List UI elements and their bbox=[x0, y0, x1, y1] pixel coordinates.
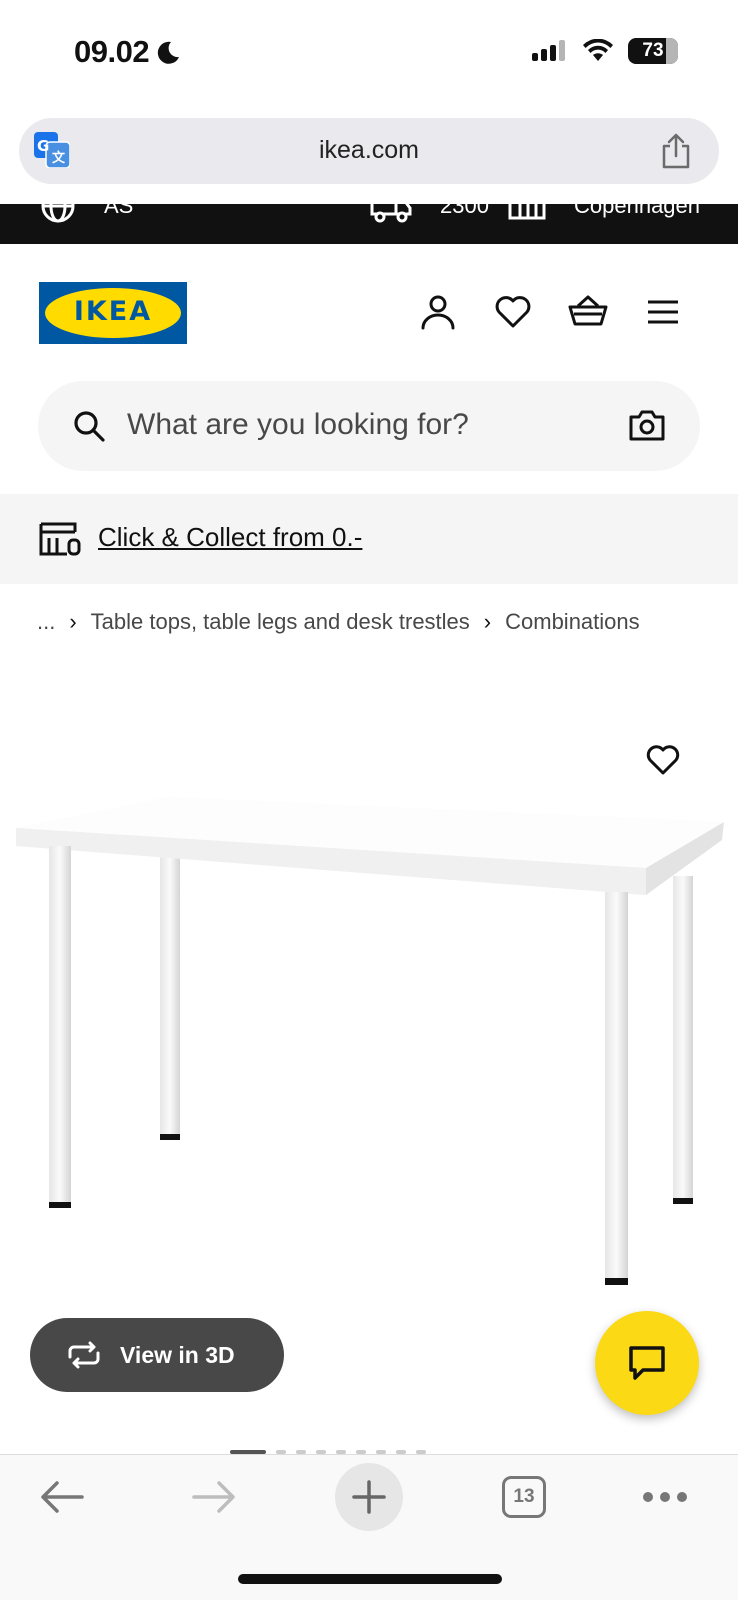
chevron-right-icon: › bbox=[483, 609, 492, 634]
top-banner: AS 2300 Copenhagen bbox=[0, 204, 738, 244]
store-icon bbox=[508, 204, 546, 220]
home-indicator bbox=[238, 1574, 502, 1584]
battery-level: 73 bbox=[642, 40, 664, 61]
logo-text: IKEA bbox=[73, 296, 153, 327]
product-image[interactable] bbox=[0, 780, 738, 1320]
url-text: ikea.com bbox=[318, 136, 420, 164]
forward-icon bbox=[192, 1481, 235, 1513]
click-collect-banner: Click & Collect from 0.- bbox=[0, 494, 738, 584]
click-collect-link[interactable]: Click & Collect from 0.- bbox=[98, 522, 362, 553]
new-tab-icon bbox=[352, 1480, 386, 1514]
favourite-icon[interactable] bbox=[645, 742, 681, 776]
more-button[interactable] bbox=[642, 1455, 688, 1539]
chat-icon bbox=[629, 1346, 665, 1380]
globe-icon bbox=[41, 204, 75, 223]
view-in-3d-label: View in 3D bbox=[120, 1341, 235, 1368]
breadcrumb-item[interactable]: Table tops, table legs and desk trestles bbox=[91, 609, 470, 635]
back-icon bbox=[41, 1481, 84, 1513]
tabs-button[interactable]: 13 bbox=[500, 1455, 548, 1539]
search-icon bbox=[74, 411, 105, 442]
banner-store-text: Copenhagen bbox=[574, 204, 701, 218]
wishlist-icon[interactable] bbox=[493, 292, 533, 332]
banner-language-text: AS bbox=[104, 204, 134, 218]
store-icon bbox=[39, 522, 81, 556]
signal-icon bbox=[532, 40, 565, 61]
chevron-right-icon: › bbox=[69, 609, 77, 634]
breadcrumb: ... › Table tops, table legs and desk tr… bbox=[37, 609, 640, 635]
status-time: 09.02 bbox=[74, 34, 181, 70]
new-tab-button[interactable] bbox=[335, 1455, 403, 1539]
address-bar[interactable]: G 文 ikea.com bbox=[19, 118, 719, 184]
more-icon bbox=[643, 1492, 687, 1502]
search-input[interactable]: What are you looking for? bbox=[38, 381, 700, 471]
battery-icon: 73 bbox=[628, 38, 678, 64]
status-indicators: 73 bbox=[532, 38, 678, 64]
chat-button[interactable] bbox=[595, 1311, 699, 1415]
breadcrumb-ellipsis[interactable]: ... bbox=[37, 609, 55, 635]
camera-icon[interactable] bbox=[628, 407, 666, 443]
rotate-3d-icon bbox=[68, 1341, 100, 1369]
basket-icon[interactable] bbox=[568, 292, 608, 332]
banner-delivery[interactable]: 2300 bbox=[370, 204, 489, 224]
ikea-logo[interactable]: IKEA bbox=[39, 282, 187, 344]
clock-text: 09.02 bbox=[74, 34, 150, 69]
banner-postcode: 2300 bbox=[440, 204, 489, 218]
wifi-icon bbox=[583, 39, 613, 61]
forward-button[interactable] bbox=[186, 1455, 242, 1539]
account-icon[interactable] bbox=[418, 292, 458, 332]
menu-icon[interactable] bbox=[643, 292, 683, 332]
moon-icon bbox=[157, 41, 180, 64]
search-placeholder: What are you looking for? bbox=[127, 408, 469, 441]
breadcrumb-item[interactable]: Combinations bbox=[505, 609, 640, 635]
view-in-3d-button[interactable]: View in 3D bbox=[30, 1318, 284, 1392]
status-bar: 09.02 73 bbox=[0, 0, 738, 108]
banner-language[interactable]: AS bbox=[40, 204, 133, 224]
truck-icon bbox=[370, 204, 412, 223]
tabs-count: 13 bbox=[502, 1476, 546, 1518]
share-icon[interactable] bbox=[659, 132, 693, 170]
banner-store[interactable]: Copenhagen bbox=[508, 204, 700, 224]
back-button[interactable] bbox=[34, 1455, 90, 1539]
